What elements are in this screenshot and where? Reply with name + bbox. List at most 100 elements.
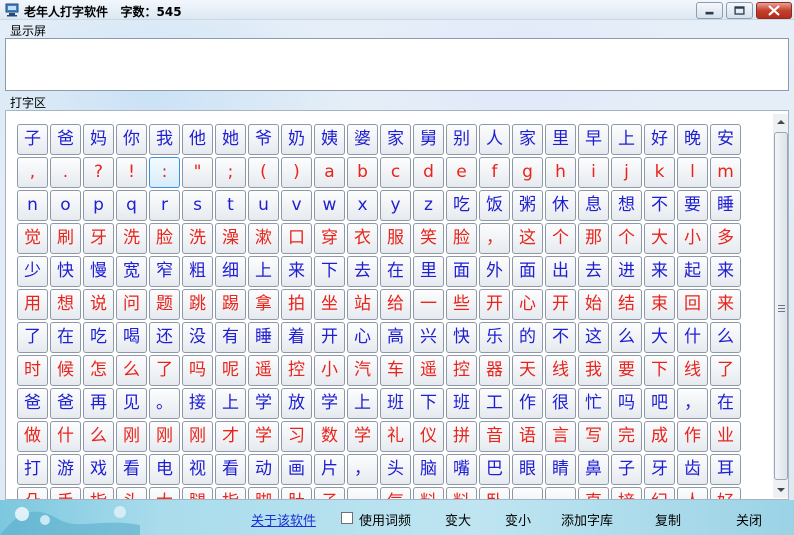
key-button[interactable]: 那 bbox=[578, 223, 609, 254]
key-button[interactable]: 片 bbox=[314, 454, 345, 485]
key-button[interactable]: . bbox=[50, 157, 81, 188]
scroll-thumb[interactable] bbox=[774, 132, 788, 480]
key-button[interactable]: 心 bbox=[512, 289, 543, 320]
key-button[interactable]: 想 bbox=[50, 289, 81, 320]
key-button[interactable]: 多 bbox=[710, 223, 741, 254]
key-button[interactable]: 息 bbox=[578, 190, 609, 221]
scroll-down-arrow-icon[interactable] bbox=[773, 482, 789, 498]
key-button[interactable]: 粗 bbox=[182, 256, 213, 287]
use-frequency-checkbox[interactable] bbox=[341, 512, 353, 524]
key-button[interactable]: f bbox=[479, 157, 510, 188]
key-button[interactable]: 问 bbox=[116, 289, 147, 320]
key-button[interactable]: 线 bbox=[677, 355, 708, 386]
key-button[interactable]: 卧 bbox=[479, 487, 510, 499]
key-button[interactable]: 拼 bbox=[446, 421, 477, 452]
key-button[interactable]: 视 bbox=[182, 454, 213, 485]
key-button[interactable]: 控 bbox=[446, 355, 477, 386]
key-button[interactable]: u bbox=[248, 190, 279, 221]
key-button[interactable]: 鼻 bbox=[578, 454, 609, 485]
key-button[interactable]: 你 bbox=[116, 124, 147, 155]
key-button[interactable]: 要 bbox=[677, 190, 708, 221]
key-button[interactable]: ( bbox=[248, 157, 279, 188]
key-button[interactable]: o bbox=[50, 190, 81, 221]
key-button[interactable]: 束 bbox=[644, 289, 675, 320]
key-button[interactable]: 小 bbox=[314, 355, 345, 386]
key-button[interactable]: k bbox=[644, 157, 675, 188]
key-button[interactable]: 家 bbox=[512, 124, 543, 155]
maximize-button[interactable] bbox=[726, 2, 753, 19]
key-button[interactable]: v bbox=[281, 190, 312, 221]
key-button[interactable]: p bbox=[83, 190, 114, 221]
key-button[interactable]: 题 bbox=[149, 289, 180, 320]
key-button[interactable]: 心 bbox=[347, 322, 378, 353]
copy-button[interactable]: 复制 bbox=[655, 510, 681, 529]
key-button[interactable]: 语 bbox=[512, 421, 543, 452]
key-button[interactable]: 坐 bbox=[314, 289, 345, 320]
key-button[interactable]: r bbox=[149, 190, 180, 221]
key-button[interactable]: 吃 bbox=[446, 190, 477, 221]
key-button[interactable]: 出 bbox=[545, 256, 576, 287]
key-button[interactable]: 快 bbox=[446, 322, 477, 353]
key-button[interactable]: 很 bbox=[545, 388, 576, 419]
key-button[interactable]: 服 bbox=[380, 223, 411, 254]
key-button[interactable]: 妈 bbox=[83, 124, 114, 155]
key-button[interactable]: 外 bbox=[479, 256, 510, 287]
key-button[interactable]: 家 bbox=[380, 124, 411, 155]
key-button[interactable]: 音 bbox=[479, 421, 510, 452]
key-button[interactable]: 洗 bbox=[116, 223, 147, 254]
key-button[interactable]: , bbox=[17, 157, 48, 188]
key-button[interactable]: 爸 bbox=[50, 388, 81, 419]
key-button[interactable]: 看 bbox=[215, 454, 246, 485]
key-button[interactable]: 业 bbox=[710, 421, 741, 452]
key-button[interactable]: 打 bbox=[17, 454, 48, 485]
key-button[interactable]: 上 bbox=[611, 124, 642, 155]
key-button[interactable]: 数 bbox=[314, 421, 345, 452]
vertical-scrollbar[interactable] bbox=[773, 114, 789, 498]
key-button[interactable]: 一 bbox=[413, 289, 444, 320]
key-button[interactable]: 宽 bbox=[116, 256, 147, 287]
key-button[interactable]: l bbox=[677, 157, 708, 188]
key-button[interactable]: 天 bbox=[512, 355, 543, 386]
key-button[interactable]: 看 bbox=[116, 454, 147, 485]
key-button[interactable]: 再 bbox=[83, 388, 114, 419]
key-button[interactable]: 腿 bbox=[182, 487, 213, 499]
key-button[interactable]: 大 bbox=[149, 487, 180, 499]
key-button[interactable]: ? bbox=[83, 157, 114, 188]
key-button[interactable]: 耳 bbox=[710, 454, 741, 485]
key-button[interactable]: 始 bbox=[578, 289, 609, 320]
key-button[interactable]: 脑 bbox=[413, 454, 444, 485]
key-button[interactable]: 快 bbox=[50, 256, 81, 287]
key-button[interactable]: 饭 bbox=[479, 190, 510, 221]
key-button[interactable]: 气 bbox=[380, 487, 411, 499]
key-button[interactable]: 上 bbox=[347, 388, 378, 419]
key-button[interactable]: 候 bbox=[50, 355, 81, 386]
key-button[interactable]: 脚 bbox=[248, 487, 279, 499]
key-button[interactable]: 用 bbox=[17, 289, 48, 320]
key-button[interactable]: 班 bbox=[380, 388, 411, 419]
key-button[interactable]: · bbox=[512, 487, 543, 499]
key-button[interactable]: 刷 bbox=[50, 223, 81, 254]
key-button[interactable]: 面 bbox=[512, 256, 543, 287]
key-button[interactable]: j bbox=[611, 157, 642, 188]
key-button[interactable]: 他 bbox=[182, 124, 213, 155]
key-button[interactable]: 觉 bbox=[17, 223, 48, 254]
key-button[interactable]: 头 bbox=[116, 487, 147, 499]
key-button[interactable]: 婆 bbox=[347, 124, 378, 155]
key-button[interactable]: 放 bbox=[281, 388, 312, 419]
key-button[interactable]: 接 bbox=[611, 487, 642, 499]
key-button[interactable]: 小 bbox=[677, 223, 708, 254]
key-button[interactable]: 学 bbox=[347, 421, 378, 452]
key-button[interactable]: 齿 bbox=[677, 454, 708, 485]
smaller-button[interactable]: 变小 bbox=[505, 510, 531, 529]
key-button[interactable]: 站 bbox=[347, 289, 378, 320]
key-button[interactable]: 个 bbox=[611, 223, 642, 254]
key-button[interactable]: 开 bbox=[314, 322, 345, 353]
close-app-button[interactable]: 关闭 bbox=[736, 510, 762, 529]
key-button[interactable]: 奶 bbox=[281, 124, 312, 155]
key-button[interactable]: 着 bbox=[281, 322, 312, 353]
key-button[interactable]: 料 bbox=[446, 487, 477, 499]
key-button[interactable]: 窄 bbox=[149, 256, 180, 287]
bigger-button[interactable]: 变大 bbox=[445, 510, 471, 529]
key-button[interactable]: 画 bbox=[281, 454, 312, 485]
key-button[interactable]: 我 bbox=[578, 355, 609, 386]
